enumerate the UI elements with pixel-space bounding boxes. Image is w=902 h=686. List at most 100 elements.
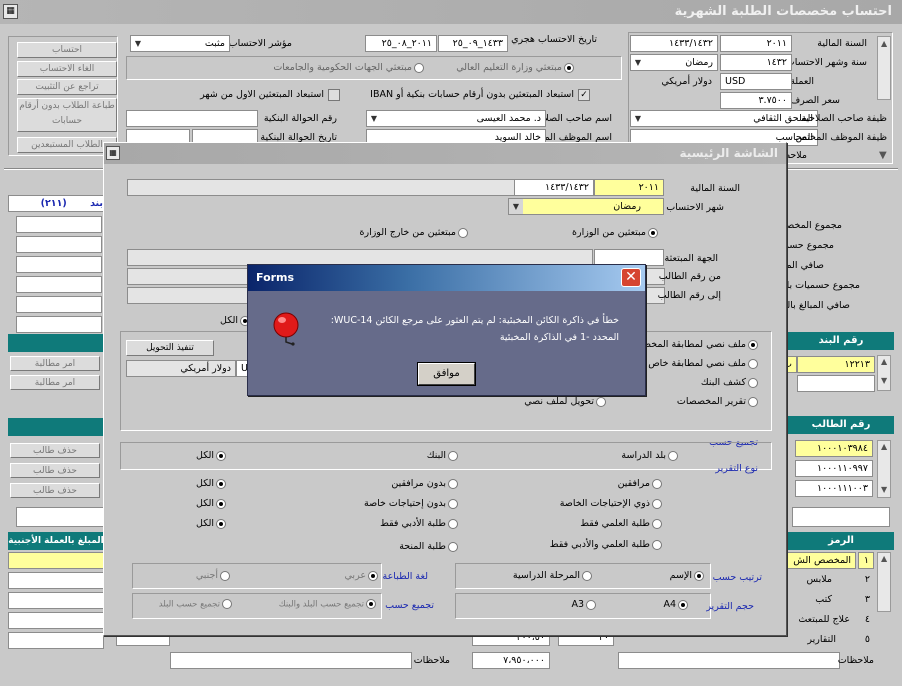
radio-out-ministry[interactable]: مبتعثين من خارج الوزارة (360, 227, 468, 238)
left-field-2[interactable] (16, 236, 102, 253)
radio-type-r3c2[interactable]: طلبة الأدبي فقط (380, 518, 458, 529)
report-type-label: نوع التقرير (715, 463, 758, 474)
left-field-4[interactable] (16, 276, 102, 293)
radio-type-r4c1[interactable]: طلبة العلمي والأدبي فقط (550, 539, 662, 550)
foreign-amount-field-4[interactable] (8, 612, 104, 629)
foreign-amount-field-2[interactable] (8, 572, 104, 589)
check-excl-first-month[interactable]: استبعاد المبتعثين الاول من شهر (200, 89, 340, 101)
foreign-amount-field-5[interactable] (8, 632, 104, 649)
main-title-bar: ▦ احتساب مخصصات الطلبة الشهرية (0, 0, 902, 24)
radio-type-r2c3[interactable]: الكل (196, 498, 226, 509)
scroll-up-icon[interactable]: ▲ (881, 39, 887, 48)
radio-in-ministry[interactable]: مبتعثين من الوزارة (572, 227, 658, 238)
radio-lang-arabic[interactable]: عربي (345, 570, 378, 581)
excluded-students-button[interactable]: الطلاب المستبعدين (17, 137, 117, 153)
radio-size-a3[interactable]: A3 (571, 599, 596, 610)
authority-job-field[interactable]: الملحق الثقافي ▼ (630, 110, 818, 127)
foreign-amount-field-3[interactable] (8, 592, 104, 609)
year-month-month-field[interactable]: رمضان ▼ (630, 54, 718, 71)
foreign-amount-field-1[interactable] (8, 552, 104, 569)
bottom-notes-field-right[interactable] (618, 652, 840, 669)
cancel-calc-button[interactable]: الغاء الاحتساب (17, 61, 117, 77)
radio-type-r1c3[interactable]: الكل (196, 478, 226, 489)
left-field-5[interactable] (16, 296, 102, 313)
code-scroll[interactable]: ▲ (877, 552, 891, 612)
fiscal-year-field[interactable]: ٢٠١١ (720, 35, 792, 52)
radio-lang-foreign[interactable]: أجنبي (196, 570, 230, 581)
radio-group2-country-bank[interactable]: تجميع حسب البلد والبنك (279, 599, 376, 610)
chevron-down-icon[interactable]: ▼ (631, 111, 645, 126)
chevron-down-icon[interactable]: ▼ (367, 111, 381, 126)
radio-type-r1c1[interactable]: مرافقين (618, 478, 662, 489)
authority-name-field[interactable]: د. محمد العيسى ▼ (366, 110, 546, 127)
sub-fiscal-year-field[interactable]: ٢٠١١ (594, 179, 664, 196)
chevron-down-icon[interactable]: ▼ (509, 199, 523, 214)
ok-button[interactable]: موافق (417, 362, 476, 386)
radio-scholars-ministry[interactable]: مبتعثي وزارة التعليم العالي (456, 62, 574, 73)
delete-student-button-3[interactable]: حذف طالب (10, 483, 100, 498)
delete-student-button-1[interactable]: حذف طالب (10, 443, 100, 458)
left-field-3[interactable] (16, 256, 102, 273)
exchange-rate-field[interactable]: ٣.٧٥٠٠ (720, 92, 792, 109)
radio-scholars-govt[interactable]: مبتعثي الجهات الحكومية والجامعات (273, 62, 424, 73)
item-no-field-2[interactable] (797, 375, 875, 392)
code-row-1-label[interactable]: المخصص الش (786, 552, 856, 569)
scroll-down-icon[interactable]: ▼ (879, 150, 887, 161)
close-button[interactable]: ✕ (621, 268, 641, 287)
radio-group2-country[interactable]: تجميع حسب البلد (159, 599, 232, 610)
chevron-down-icon[interactable]: ▼ (631, 55, 645, 70)
item-field[interactable]: بند (٢١١) (8, 195, 108, 212)
transfer-no-field[interactable] (126, 110, 258, 127)
gregorian-date-field[interactable]: ٢٠١١_٠٨_٢٥ (365, 35, 437, 52)
sub-currency-name-field[interactable]: دولار أمريكي (126, 360, 236, 377)
to-student-label: إلى رقم الطالب (657, 290, 721, 301)
left-long-field[interactable] (16, 507, 104, 527)
radio-type-r2c1[interactable]: ذوي الإحتياجات الخاصة (560, 498, 662, 509)
calculate-button[interactable]: احتساب (17, 42, 117, 58)
radio-group-country[interactable]: بلد الدراسة (621, 450, 678, 461)
radio-all-top[interactable]: الكل (220, 315, 250, 326)
radio-type-r3c1[interactable]: طلبة العلمي فقط (580, 518, 662, 529)
radio-report-2[interactable]: ملف نصي لمطابقة خاص ب (636, 358, 758, 369)
radio-report-4[interactable]: تقرير المخصصات (677, 396, 758, 407)
chevron-down-icon[interactable]: ▼ (131, 36, 145, 51)
year-month-year-field[interactable]: ١٤٣٢ (720, 54, 792, 71)
right-long-field[interactable] (792, 507, 890, 527)
radio-report-3[interactable]: كشف البنك (701, 377, 758, 388)
top-scrollbar[interactable]: ▲ (877, 36, 891, 100)
student-no-scroll[interactable]: ▲ ▼ (877, 440, 891, 498)
delete-student-button-2[interactable]: حذف طالب (10, 463, 100, 478)
sub-month-field[interactable]: رمضان ▼ (508, 198, 664, 215)
code-row-1-num[interactable]: ١ (858, 552, 874, 569)
claim-button-2[interactable]: امر مطالبة (10, 375, 100, 390)
radio-sort-name[interactable]: الإسم (670, 570, 704, 581)
student-no-field-1[interactable]: ١٠٠٠١٠٣٩٨٤ (795, 440, 873, 457)
indicator-field[interactable]: مثبت ▼ (130, 35, 230, 52)
radio-type-r1c2[interactable]: بدون مرافقين (391, 478, 458, 489)
student-no-field-2[interactable]: ١٠٠٠١١٠٩٩٧ (795, 460, 873, 477)
item-no-field[interactable]: ١٢٢١٣ (797, 356, 875, 373)
radio-sort-stage[interactable]: المرحلة الدراسية (513, 570, 592, 581)
sub-fiscal-hijri[interactable]: ١٤٣٣/١٤٣٢ (514, 179, 594, 196)
student-no-field-3[interactable]: ١٠٠٠١١١٠٠٣ (795, 480, 873, 497)
hijri-date-field[interactable]: ١٤٣٣_٠٩_٢٥ (438, 35, 508, 52)
radio-type-r3c3[interactable]: الكل (196, 518, 226, 529)
undo-confirm-button[interactable]: تراجع عن التثبيت (17, 79, 117, 95)
radio-type-r4c2[interactable]: طلبة المنحة (399, 541, 458, 552)
item-no-scroll[interactable]: ▲ ▼ (877, 355, 891, 391)
bottom-notes-field-left[interactable] (170, 652, 412, 669)
claim-button-1[interactable]: امر مطالبة (10, 356, 100, 371)
item-no-field-prefix[interactable]: ب (787, 356, 797, 373)
fiscal-year-hijri-field[interactable]: ١٤٣٣/١٤٣٢ (630, 35, 718, 52)
left-field-1[interactable] (16, 216, 102, 233)
left-field-6[interactable] (16, 316, 102, 333)
radio-size-a4[interactable]: A4 (663, 599, 688, 610)
print-no-account-button[interactable]: طباعة الطلاب بدون أرقام حسابات (17, 98, 117, 132)
execute-transfer-button[interactable]: تنفيذ التحويل (126, 340, 214, 356)
radio-group-bank[interactable]: البنك (427, 450, 458, 461)
radio-type-r2c2[interactable]: بدون إحتياجات خاصة (364, 498, 458, 509)
currency-code-field[interactable]: USD (720, 73, 792, 90)
radio-text-transfer[interactable]: تحويل لملف نصي (524, 396, 606, 407)
check-excl-no-iban[interactable]: ✓ استبعاد المبتعثين بدون أرقام حسابات بن… (370, 89, 590, 101)
radio-group-all[interactable]: الكل (196, 450, 226, 461)
